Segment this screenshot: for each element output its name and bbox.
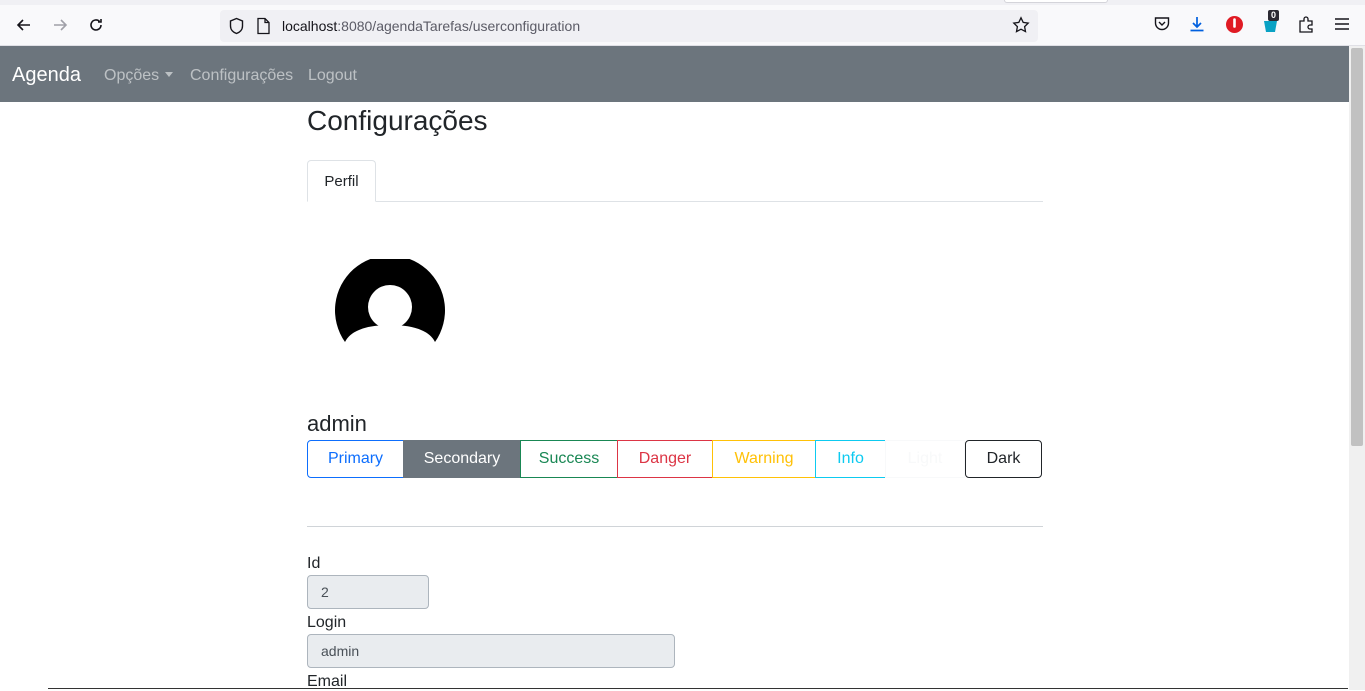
theme-button-light[interactable]: Light bbox=[885, 440, 965, 478]
theme-button-group: Primary Secondary Success Danger Warning Info… bbox=[307, 440, 1042, 478]
id-label: Id bbox=[307, 555, 321, 572]
pocket-icon[interactable] bbox=[1152, 14, 1172, 34]
forward-icon[interactable] bbox=[47, 12, 73, 38]
login-field[interactable]: admin bbox=[307, 634, 675, 668]
tab-perfil[interactable]: Perfil bbox=[307, 160, 376, 202]
adblock-icon[interactable] bbox=[1224, 14, 1244, 34]
scroll-thumb[interactable] bbox=[1351, 48, 1363, 446]
back-icon[interactable] bbox=[11, 12, 37, 38]
theme-button-danger[interactable]: Danger bbox=[617, 440, 713, 478]
download-icon[interactable] bbox=[1187, 14, 1207, 34]
nav-configurations[interactable]: Configurações bbox=[190, 67, 293, 85]
avatar bbox=[335, 255, 445, 344]
badge-count: 0 bbox=[1268, 10, 1280, 21]
theme-button-secondary[interactable]: Secondary bbox=[403, 440, 521, 478]
theme-button-success[interactable]: Success bbox=[520, 440, 618, 478]
url-bar[interactable]: localhost:8080/agendaTarefas/userconfigu… bbox=[220, 10, 1038, 42]
page-title: Configurações bbox=[307, 105, 488, 136]
app-navbar: Agenda Opções Configurações Logout bbox=[0, 46, 1349, 102]
user-avatar-icon bbox=[335, 255, 445, 342]
login-label: Login bbox=[307, 614, 347, 631]
nav-logout[interactable]: Logout bbox=[308, 67, 357, 85]
url-text[interactable]: localhost:8080/agendaTarefas/userconfigu… bbox=[282, 18, 580, 34]
extension-icon[interactable]: 0 bbox=[1260, 10, 1280, 34]
browser-toolbar: localhost:8080/agendaTarefas/userconfigu… bbox=[0, 0, 1365, 46]
reload-icon[interactable] bbox=[83, 12, 109, 38]
bookmark-star-icon[interactable] bbox=[1012, 16, 1030, 39]
id-field[interactable]: 2 bbox=[307, 575, 429, 609]
profile-tabs: Perfil bbox=[307, 160, 1043, 202]
extensions-puzzle-icon[interactable] bbox=[1296, 14, 1316, 34]
shield-icon[interactable] bbox=[228, 17, 245, 40]
menu-icon[interactable] bbox=[1332, 14, 1352, 34]
url-path: :8080/agendaTarefas/userconfiguration bbox=[337, 18, 581, 34]
theme-button-primary[interactable]: Primary bbox=[307, 440, 404, 478]
url-host: localhost bbox=[282, 18, 338, 34]
theme-button-info[interactable]: Info bbox=[815, 440, 886, 478]
nav-options-dropdown[interactable]: Opções bbox=[104, 67, 174, 85]
theme-button-dark[interactable]: Dark bbox=[965, 440, 1042, 478]
page-icon[interactable] bbox=[256, 17, 271, 40]
tab-strip bbox=[0, 0, 1365, 5]
theme-button-warning[interactable]: Warning bbox=[712, 440, 816, 478]
brand-logo[interactable]: Agenda bbox=[12, 64, 81, 87]
nav-options-label: Opções bbox=[104, 67, 160, 84]
browser-tab[interactable] bbox=[1004, 0, 1108, 3]
chevron-down-icon bbox=[165, 72, 174, 77]
divider bbox=[307, 526, 1043, 527]
username: admin bbox=[307, 411, 367, 436]
page-scrollbar[interactable] bbox=[1349, 46, 1365, 690]
